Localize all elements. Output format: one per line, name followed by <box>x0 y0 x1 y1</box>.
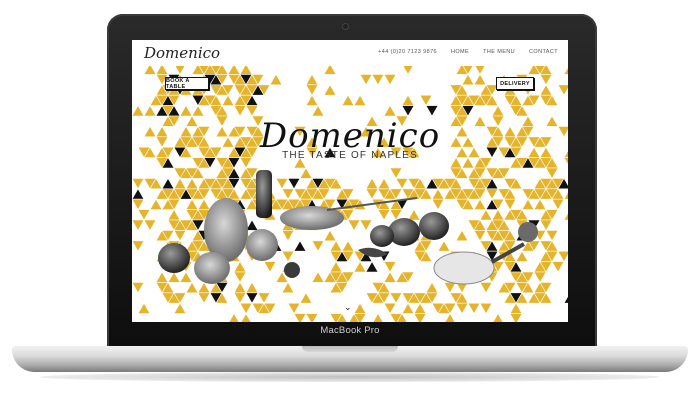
tomato <box>370 225 394 247</box>
site-nav: +44 (0)20 7123 9876 HOME THE MENU CONTAC… <box>378 49 558 55</box>
tomato <box>158 243 190 273</box>
spoon-handle <box>326 197 418 211</box>
herbs <box>518 222 538 242</box>
website-screen: Domenico +44 (0)20 7123 9876 HOME THE ME… <box>132 40 568 322</box>
laptop-shadow <box>40 372 660 382</box>
scoop-handle <box>491 242 525 264</box>
nav-phone[interactable]: +44 (0)20 7123 9876 <box>378 49 437 55</box>
laptop: Domenico +44 (0)20 7123 9876 HOME THE ME… <box>0 0 700 400</box>
nav-home[interactable]: HOME <box>451 49 469 55</box>
tomato <box>419 212 449 240</box>
chevron-down-icon[interactable]: ⌄ <box>344 302 352 313</box>
device-label: MacBook Pro <box>320 325 380 336</box>
pepper-mill <box>256 170 272 218</box>
camera-icon <box>343 24 348 29</box>
book-table-button[interactable]: BOOK A TABLE <box>165 77 209 90</box>
garlic <box>246 229 278 261</box>
onion <box>194 252 230 284</box>
site-header: Domenico +44 (0)20 7123 9876 HOME THE ME… <box>132 40 568 66</box>
site-logo[interactable]: Domenico <box>144 44 220 62</box>
hero-tagline: THE TASTE OF NAPLES <box>282 150 418 161</box>
nav-contact[interactable]: CONTACT <box>529 49 558 55</box>
flour-scoop <box>433 251 495 285</box>
nav-menu[interactable]: THE MENU <box>483 49 515 55</box>
herbs <box>284 262 300 278</box>
laptop-notch <box>302 346 398 352</box>
leaf <box>358 247 388 258</box>
delivery-button[interactable]: DELIVERY <box>496 77 534 90</box>
